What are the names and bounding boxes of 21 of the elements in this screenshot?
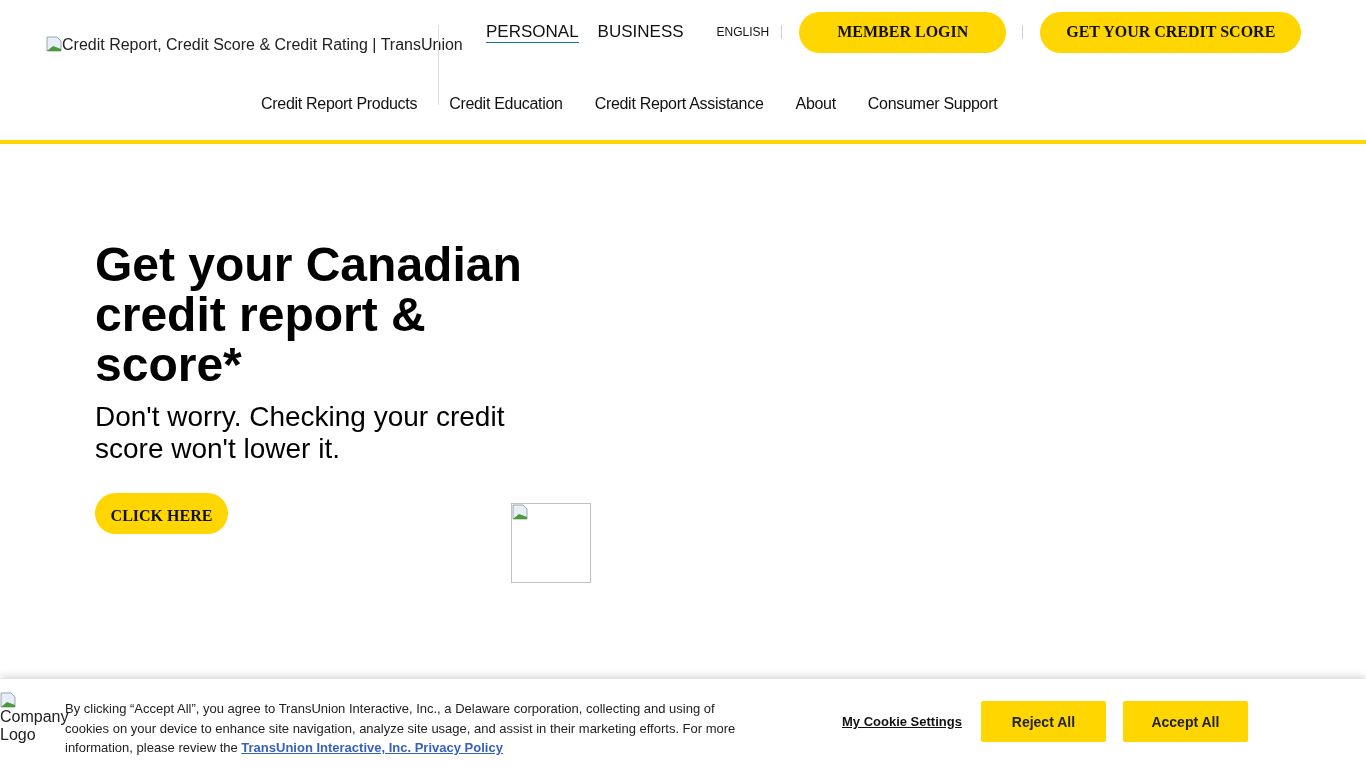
logo-alt-text: Credit Report, Credit Score & Credit Rating | TransUnion xyxy=(62,36,463,54)
segment-tab[interactable]: BUSINESS xyxy=(597,21,684,43)
get-credit-score-button[interactable]: GET YOUR CREDIT SCORE xyxy=(1040,11,1302,53)
cookie-settings-link[interactable]: My Cookie Settings xyxy=(842,714,962,729)
nav-link[interactable]: Credit Report Assistance xyxy=(594,95,764,113)
hero-subtitle: Don't worry. Checking your credit score won't lower it. xyxy=(95,401,506,465)
member-login-button[interactable]: MEMBER LOGIN xyxy=(799,11,1007,53)
broken-image-icon xyxy=(512,504,528,520)
nav-link[interactable]: Credit Education xyxy=(449,95,563,113)
broken-image-icon xyxy=(46,36,62,52)
reject-all-button[interactable]: Reject All xyxy=(980,701,1106,742)
click-here-button[interactable]: CLICK HERE xyxy=(95,493,228,534)
nav-link[interactable]: About xyxy=(795,95,836,113)
segment-tab[interactable]: PERSONAL xyxy=(486,21,579,43)
hero-title: Get your Canadian credit report & score* xyxy=(95,240,523,390)
nav-link[interactable]: Credit Report Products xyxy=(261,95,418,113)
nav-link[interactable]: Consumer Support xyxy=(867,95,998,113)
broken-image-icon xyxy=(0,692,16,708)
accept-all-button[interactable]: Accept All xyxy=(1122,701,1248,742)
language-link[interactable]: ENGLISH xyxy=(716,25,770,39)
privacy-policy-link[interactable]: TransUnion Interactive, Inc. Privacy Policy xyxy=(241,740,503,755)
